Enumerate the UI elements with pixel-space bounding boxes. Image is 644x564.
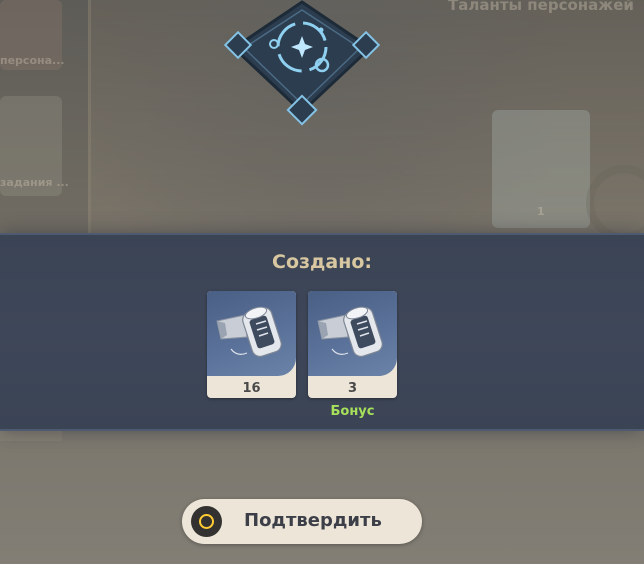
crafting-emblem-icon (220, 0, 384, 130)
background-card-caption: задания ... (0, 176, 69, 189)
result-title: Создано: (272, 251, 372, 273)
talent-material-icon (308, 291, 397, 376)
result-panel: Создано: 16 3 Бонус (0, 233, 644, 431)
bonus-label: Бонус (330, 404, 375, 419)
background-card-caption: персона... (0, 54, 65, 67)
item-count: 16 (242, 381, 261, 396)
confirm-button[interactable]: Подтвердить (182, 499, 422, 544)
result-item-card[interactable]: 3 (308, 291, 397, 398)
background-title: Таланты персонажей (448, 0, 634, 14)
item-count: 3 (347, 381, 358, 396)
confirm-button-label: Подтвердить (244, 510, 382, 531)
background-card-caption: 1 (537, 205, 545, 218)
result-item-card[interactable]: 16 (207, 291, 296, 398)
talent-material-icon (207, 291, 296, 376)
confirm-circle-icon (191, 506, 222, 537)
